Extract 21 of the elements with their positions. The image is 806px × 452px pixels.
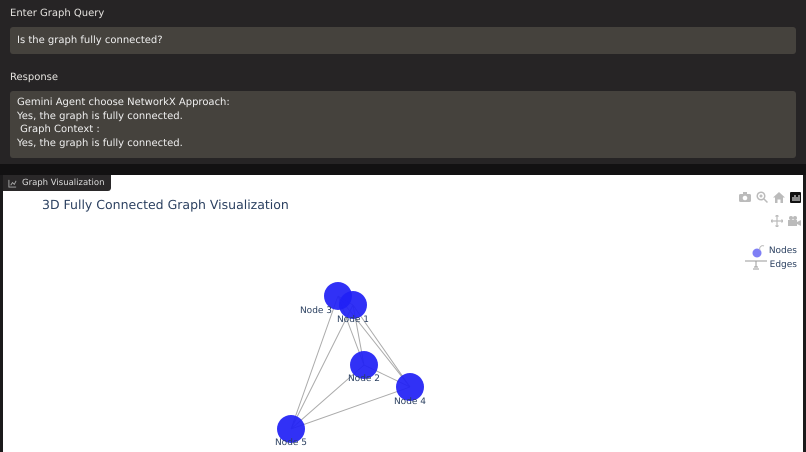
response-field[interactable]: Gemini Agent choose NetworkX Approach: Yes, the graph is fully connected. Graph Context : Yes, the graph is fully connected. bbox=[10, 91, 796, 158]
video-camera-icon[interactable] bbox=[788, 216, 801, 226]
query-label: Enter Graph Query bbox=[10, 7, 106, 21]
chart-icon bbox=[8, 178, 17, 188]
response-label: Response bbox=[10, 71, 60, 85]
camera-icon[interactable] bbox=[739, 192, 751, 202]
node-label: Node 3 bbox=[300, 306, 332, 316]
bar-chart-logo-icon[interactable] bbox=[790, 192, 801, 202]
home-icon[interactable] bbox=[773, 192, 785, 202]
node-label: Node 4 bbox=[394, 397, 426, 407]
edge-legend-icon[interactable] bbox=[744, 259, 767, 271]
move-icon[interactable] bbox=[771, 215, 783, 227]
node-label: Node 2 bbox=[348, 374, 380, 384]
query-field[interactable]: Is the graph fully connected? bbox=[10, 27, 796, 54]
legend-label[interactable]: Nodes bbox=[768, 246, 797, 256]
plot-title: 3D Fully Connected Graph Visualization bbox=[42, 197, 289, 212]
node-label: Node 1 bbox=[336, 315, 370, 325]
zoom-icon[interactable] bbox=[756, 191, 768, 203]
node-label: Node 5 bbox=[274, 438, 308, 448]
node-legend-icon[interactable] bbox=[752, 244, 766, 258]
legend-label[interactable]: Edges bbox=[770, 260, 797, 270]
